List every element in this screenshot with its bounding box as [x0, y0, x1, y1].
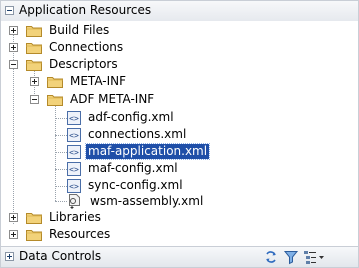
data-controls-header[interactable]: Data Controls [0, 246, 359, 268]
xml-file-icon: <> [67, 144, 81, 159]
tree-item-maf-application[interactable]: <> maf-application.xml [67, 143, 211, 160]
folder-icon [26, 228, 42, 241]
tree-item-wsm-assembly[interactable]: wsm-assembly.xml [67, 193, 205, 210]
application-resources-header[interactable]: Application Resources [0, 0, 359, 22]
expand-libraries-icon[interactable] [9, 213, 18, 222]
tree-item-meta-inf[interactable]: META-INF [47, 73, 128, 90]
folder-icon [26, 41, 42, 54]
wsm-file-icon [67, 193, 83, 210]
svg-text:<>: <> [69, 165, 79, 174]
collapse-descriptors-icon[interactable] [9, 60, 18, 69]
tree-item-build-files[interactable]: Build Files [26, 22, 111, 39]
tree-item-adf-meta-inf[interactable]: ADF META-INF [47, 91, 156, 108]
tree-item-connections[interactable]: Connections [26, 39, 125, 56]
resource-tree: Build Files Connections Descriptors META… [0, 21, 359, 246]
panel-title: Application Resources [19, 3, 152, 17]
open-folder-icon [47, 93, 63, 106]
expand-connections-icon[interactable] [9, 43, 18, 52]
xml-file-icon: <> [67, 178, 81, 193]
view-options-icon[interactable] [303, 249, 325, 265]
tree-item-maf-config[interactable]: <> maf-config.xml [67, 160, 180, 177]
folder-icon [26, 211, 42, 224]
tree-item-connections-xml[interactable]: <> connections.xml [67, 126, 188, 143]
xml-file-icon: <> [67, 110, 81, 125]
svg-text:<>: <> [69, 182, 79, 191]
open-folder-icon [26, 58, 42, 71]
folder-icon [47, 75, 63, 88]
folder-icon [26, 24, 42, 37]
filter-icon[interactable] [283, 249, 299, 265]
expand-resources-icon[interactable] [9, 230, 18, 239]
expand-icon[interactable] [5, 252, 14, 261]
refresh-icon[interactable] [263, 249, 279, 265]
tree-item-sync-config[interactable]: <> sync-config.xml [67, 177, 185, 194]
svg-text:<>: <> [69, 114, 79, 123]
xml-file-icon: <> [67, 161, 81, 176]
tree-item-libraries[interactable]: Libraries [26, 209, 103, 226]
xml-file-icon: <> [67, 127, 81, 142]
tree-item-resources[interactable]: Resources [26, 226, 112, 243]
expand-meta-inf-icon[interactable] [30, 77, 39, 86]
data-controls-title: Data Controls [19, 249, 102, 263]
svg-text:<>: <> [69, 148, 79, 157]
tree-item-descriptors[interactable]: Descriptors [26, 56, 120, 73]
collapse-adf-meta-inf-icon[interactable] [30, 95, 39, 104]
collapse-icon[interactable] [5, 6, 14, 15]
expand-build-files-icon[interactable] [9, 26, 18, 35]
svg-text:<>: <> [69, 131, 79, 140]
tree-item-adf-config[interactable]: <> adf-config.xml [67, 109, 176, 126]
